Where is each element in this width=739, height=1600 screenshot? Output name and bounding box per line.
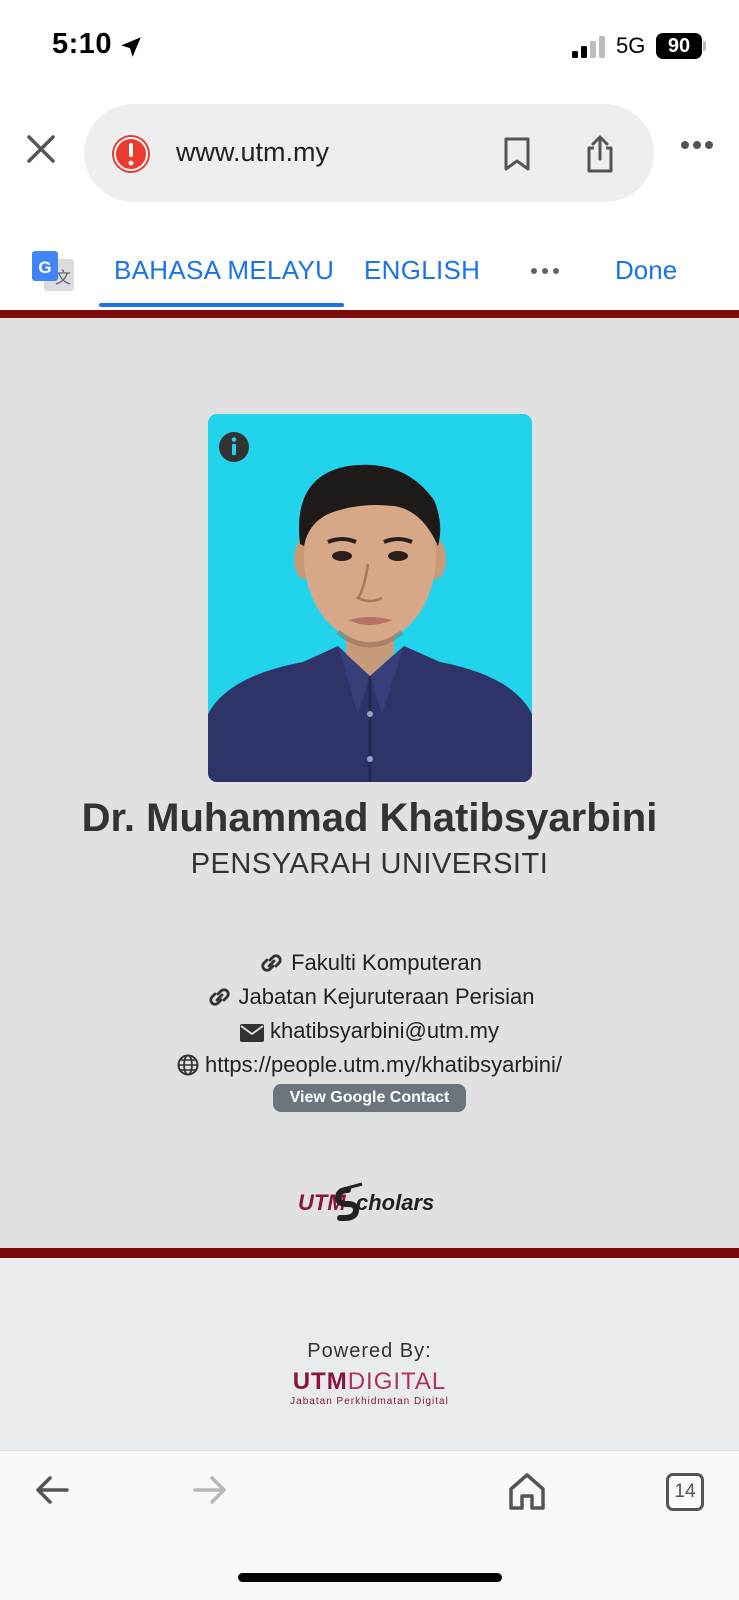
- faculty-row: Fakulti Komputeran: [0, 950, 739, 976]
- profile-position: PENSYARAH UNIVERSITI: [190, 848, 549, 880]
- close-icon[interactable]: [24, 132, 58, 166]
- website-link[interactable]: https://people.utm.my/khatibsyarbini/: [205, 1052, 562, 1077]
- faculty-link[interactable]: Fakulti Komputeran: [291, 950, 482, 975]
- home-indicator: [238, 1573, 502, 1582]
- utm-digital-light: DIGITAL: [347, 1368, 447, 1395]
- department-row: Jabatan Kejuruteraan Perisian: [0, 984, 739, 1010]
- site-footer: Powered By: UTMDIGITAL Jabatan Perkhidma…: [0, 1258, 739, 1450]
- tab-english[interactable]: ENGLISH: [364, 255, 480, 286]
- location-arrow-icon: [121, 37, 141, 57]
- back-arrow-icon[interactable]: [34, 1475, 70, 1505]
- profile-card: Dr. Muhammad Khatibsyarbini PENSYARAH UN…: [0, 318, 739, 1248]
- link-icon: [261, 954, 282, 972]
- svg-text:G: G: [38, 258, 51, 277]
- utm-digital-subtitle: Jabatan Perkhidmatan Digital: [290, 1396, 449, 1407]
- utm-digital-logo[interactable]: UTMDIGITAL: [0, 1368, 739, 1396]
- footer-divider: [0, 1248, 739, 1258]
- email-row: khatibsyarbini@utm.my: [0, 1018, 739, 1044]
- url-text[interactable]: www.utm.my: [176, 137, 329, 168]
- utm-scholars-logo[interactable]: UTM cholars: [296, 1178, 442, 1222]
- logo-text-scholars: cholars: [356, 1190, 434, 1215]
- view-google-contact-button[interactable]: View Google Contact: [273, 1084, 466, 1112]
- website-row: https://people.utm.my/khatibsyarbini/: [0, 1052, 739, 1078]
- translate-bar: 文 G BAHASA MELAYU ENGLISH Done: [0, 235, 739, 310]
- globe-icon: [177, 1054, 199, 1076]
- more-icon[interactable]: [680, 140, 714, 150]
- powered-by-label: Powered By:: [307, 1340, 432, 1362]
- tabs-button[interactable]: 14: [666, 1473, 704, 1511]
- envelope-icon: [240, 1024, 265, 1042]
- battery-nub: [703, 41, 706, 51]
- cellular-signal-icon: [572, 36, 605, 58]
- url-field[interactable]: www.utm.my: [84, 104, 654, 202]
- warning-icon[interactable]: [110, 133, 152, 175]
- active-tab-indicator: [99, 303, 344, 307]
- profile-photo-illustration: [208, 414, 532, 782]
- department-link[interactable]: Jabatan Kejuruteraan Perisian: [239, 984, 535, 1009]
- google-translate-icon: 文 G: [32, 251, 74, 291]
- link-icon: [208, 988, 230, 1006]
- status-time: 5:10: [52, 28, 113, 60]
- utm-digital-strong: UTM: [292, 1368, 348, 1395]
- tab-bahasa-melayu[interactable]: BAHASA MELAYU: [114, 255, 334, 286]
- translate-options-icon[interactable]: [530, 267, 560, 275]
- info-icon[interactable]: [218, 431, 250, 463]
- email-link[interactable]: khatibsyarbini@utm.my: [270, 1018, 499, 1043]
- network-type: 5G: [616, 33, 646, 58]
- profile-photo: [208, 414, 532, 782]
- bookmark-icon[interactable]: [502, 136, 532, 172]
- forward-arrow-icon[interactable]: [192, 1475, 228, 1505]
- header-divider: [0, 310, 739, 318]
- profile-name: Dr. Muhammad Khatibsyarbini: [81, 796, 658, 840]
- battery-indicator: 90: [656, 33, 702, 59]
- address-bar-row: www.utm.my: [0, 100, 739, 205]
- home-icon[interactable]: [507, 1471, 547, 1511]
- share-icon[interactable]: [584, 134, 616, 174]
- done-button[interactable]: Done: [615, 255, 677, 286]
- status-bar: 5:10 5G 90: [0, 0, 739, 95]
